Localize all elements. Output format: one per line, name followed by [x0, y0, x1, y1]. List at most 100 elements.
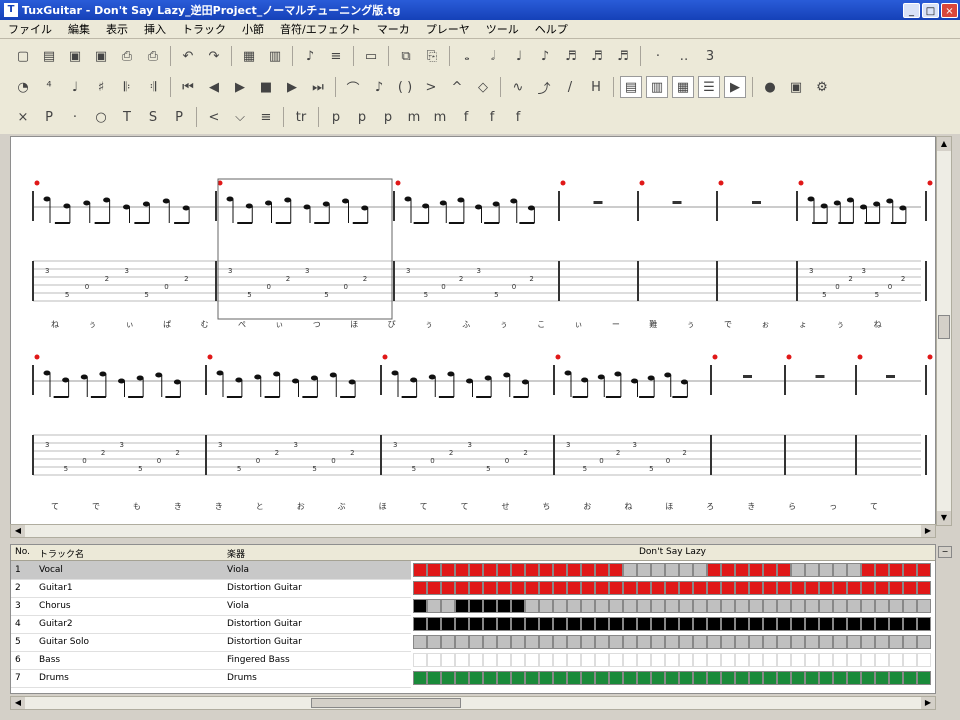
menu-track[interactable]: トラック: [174, 21, 234, 37]
measure-cell[interactable]: [721, 599, 735, 613]
measure-cell[interactable]: [469, 617, 483, 631]
measure-cell[interactable]: [525, 635, 539, 649]
measure-cell[interactable]: [469, 653, 483, 667]
menu-player[interactable]: プレーヤ: [418, 21, 478, 37]
paste-icon[interactable]: ⎘: [421, 45, 443, 67]
measure-cell[interactable]: [469, 581, 483, 595]
measure-cell[interactable]: [581, 563, 595, 577]
harmonic-icon[interactable]: ◇: [472, 76, 494, 98]
measure-cell[interactable]: [651, 581, 665, 595]
measure-cell[interactable]: [763, 617, 777, 631]
time-signature-icon[interactable]: ⁴: [38, 76, 60, 98]
measure-cell[interactable]: [833, 653, 847, 667]
measure-cell[interactable]: [889, 671, 903, 685]
measure-cell[interactable]: [427, 635, 441, 649]
measure-cell[interactable]: [483, 653, 497, 667]
measure-cell[interactable]: [791, 671, 805, 685]
measure-cell[interactable]: [595, 617, 609, 631]
measure-cell[interactable]: [903, 653, 917, 667]
measure-cell[interactable]: [511, 635, 525, 649]
trill-icon[interactable]: tr: [290, 106, 312, 128]
measure-cell[interactable]: [581, 581, 595, 595]
measure-cell[interactable]: [525, 653, 539, 667]
measure-cell[interactable]: [707, 563, 721, 577]
measure-cell[interactable]: [763, 599, 777, 613]
measure-cell[interactable]: [623, 671, 637, 685]
measure-cell[interactable]: [735, 599, 749, 613]
measure-cell[interactable]: [847, 671, 861, 685]
whole-note-icon[interactable]: 𝅝: [456, 45, 478, 67]
measure-cell[interactable]: [679, 563, 693, 577]
matrix-icon[interactable]: ▦: [672, 76, 694, 98]
measure-cell[interactable]: [875, 599, 889, 613]
hammer-icon[interactable]: H: [585, 76, 607, 98]
measure-cell[interactable]: [567, 563, 581, 577]
measure-cell[interactable]: [665, 599, 679, 613]
measure-cell[interactable]: [651, 599, 665, 613]
measure-cell[interactable]: [889, 635, 903, 649]
score-editor[interactable]: 3 5 0 2 3 5 0 2 3 5 0 2 3 5 0 2 3 5 0 2 3 5 0 2 3 5 0 2 3 5 0 2 ね ぅ ぃ ぱ む ぺ ぃ つ…: [10, 136, 936, 526]
measure-cell[interactable]: [721, 581, 735, 595]
scroll-right-icon[interactable]: ▶: [921, 697, 935, 709]
measure-cell[interactable]: [511, 653, 525, 667]
scroll-down-icon[interactable]: ▼: [937, 511, 951, 525]
piano-icon[interactable]: ▥: [646, 76, 668, 98]
measure-cell[interactable]: [917, 563, 931, 577]
measure-cell[interactable]: [539, 581, 553, 595]
measure-cell[interactable]: [553, 599, 567, 613]
measure-cell[interactable]: [483, 581, 497, 595]
measure-cell[interactable]: [525, 617, 539, 631]
measure-cell[interactable]: [413, 653, 427, 667]
scroll-right-icon[interactable]: ▶: [921, 525, 935, 537]
first-measure-icon[interactable]: ⏮: [177, 76, 199, 98]
measure-cell[interactable]: [917, 617, 931, 631]
measure-cell[interactable]: [707, 581, 721, 595]
measure-cell[interactable]: [553, 671, 567, 685]
measure-cell[interactable]: [469, 635, 483, 649]
measure-cell[interactable]: [707, 653, 721, 667]
triplet-icon[interactable]: 3: [699, 45, 721, 67]
copy-icon[interactable]: ⧉: [395, 45, 417, 67]
measure-cell[interactable]: [763, 653, 777, 667]
measure-cell[interactable]: [763, 581, 777, 595]
measure-cell[interactable]: [623, 581, 637, 595]
measure-cell[interactable]: [861, 563, 875, 577]
measure-cell[interactable]: [413, 635, 427, 649]
panel-close-icon[interactable]: −: [938, 546, 952, 558]
close-button[interactable]: ×: [941, 2, 958, 18]
measure-cell[interactable]: [441, 617, 455, 631]
measure-cell[interactable]: [567, 653, 581, 667]
measure-cell[interactable]: [483, 671, 497, 685]
measure-cell[interactable]: [553, 653, 567, 667]
measure-cell[interactable]: [427, 563, 441, 577]
measure-cell[interactable]: [483, 599, 497, 613]
thirty-second-note-icon[interactable]: ♬: [586, 45, 608, 67]
ghost-icon[interactable]: ( ): [394, 76, 416, 98]
measure-cell[interactable]: [679, 653, 693, 667]
track-row[interactable]: 4 Guitar2 Distortion Guitar: [11, 615, 411, 634]
measure-cell[interactable]: [889, 599, 903, 613]
measure-cell[interactable]: [595, 635, 609, 649]
measure-cell[interactable]: [595, 599, 609, 613]
scroll-up-icon[interactable]: ▲: [937, 137, 951, 151]
measure-cell[interactable]: [553, 563, 567, 577]
menu-view[interactable]: 表示: [98, 21, 136, 37]
measure-cell[interactable]: [413, 581, 427, 595]
measure-cell[interactable]: [637, 635, 651, 649]
measure-cell[interactable]: [455, 671, 469, 685]
measure-cell[interactable]: [833, 563, 847, 577]
measure-cell[interactable]: [833, 617, 847, 631]
measure-cell[interactable]: [595, 671, 609, 685]
measure-cell[interactable]: [707, 671, 721, 685]
measure-cell[interactable]: [847, 563, 861, 577]
measure-cell[interactable]: [525, 563, 539, 577]
dead-note-icon[interactable]: ×: [12, 106, 34, 128]
measure-cell[interactable]: [483, 563, 497, 577]
measure-cell[interactable]: [511, 599, 525, 613]
measure-cell[interactable]: [679, 599, 693, 613]
quarter-note-icon[interactable]: ♩: [508, 45, 530, 67]
slide-icon[interactable]: /: [559, 76, 581, 98]
measure-cell[interactable]: [469, 671, 483, 685]
measure-cell[interactable]: [455, 653, 469, 667]
measure-cell[interactable]: [581, 599, 595, 613]
